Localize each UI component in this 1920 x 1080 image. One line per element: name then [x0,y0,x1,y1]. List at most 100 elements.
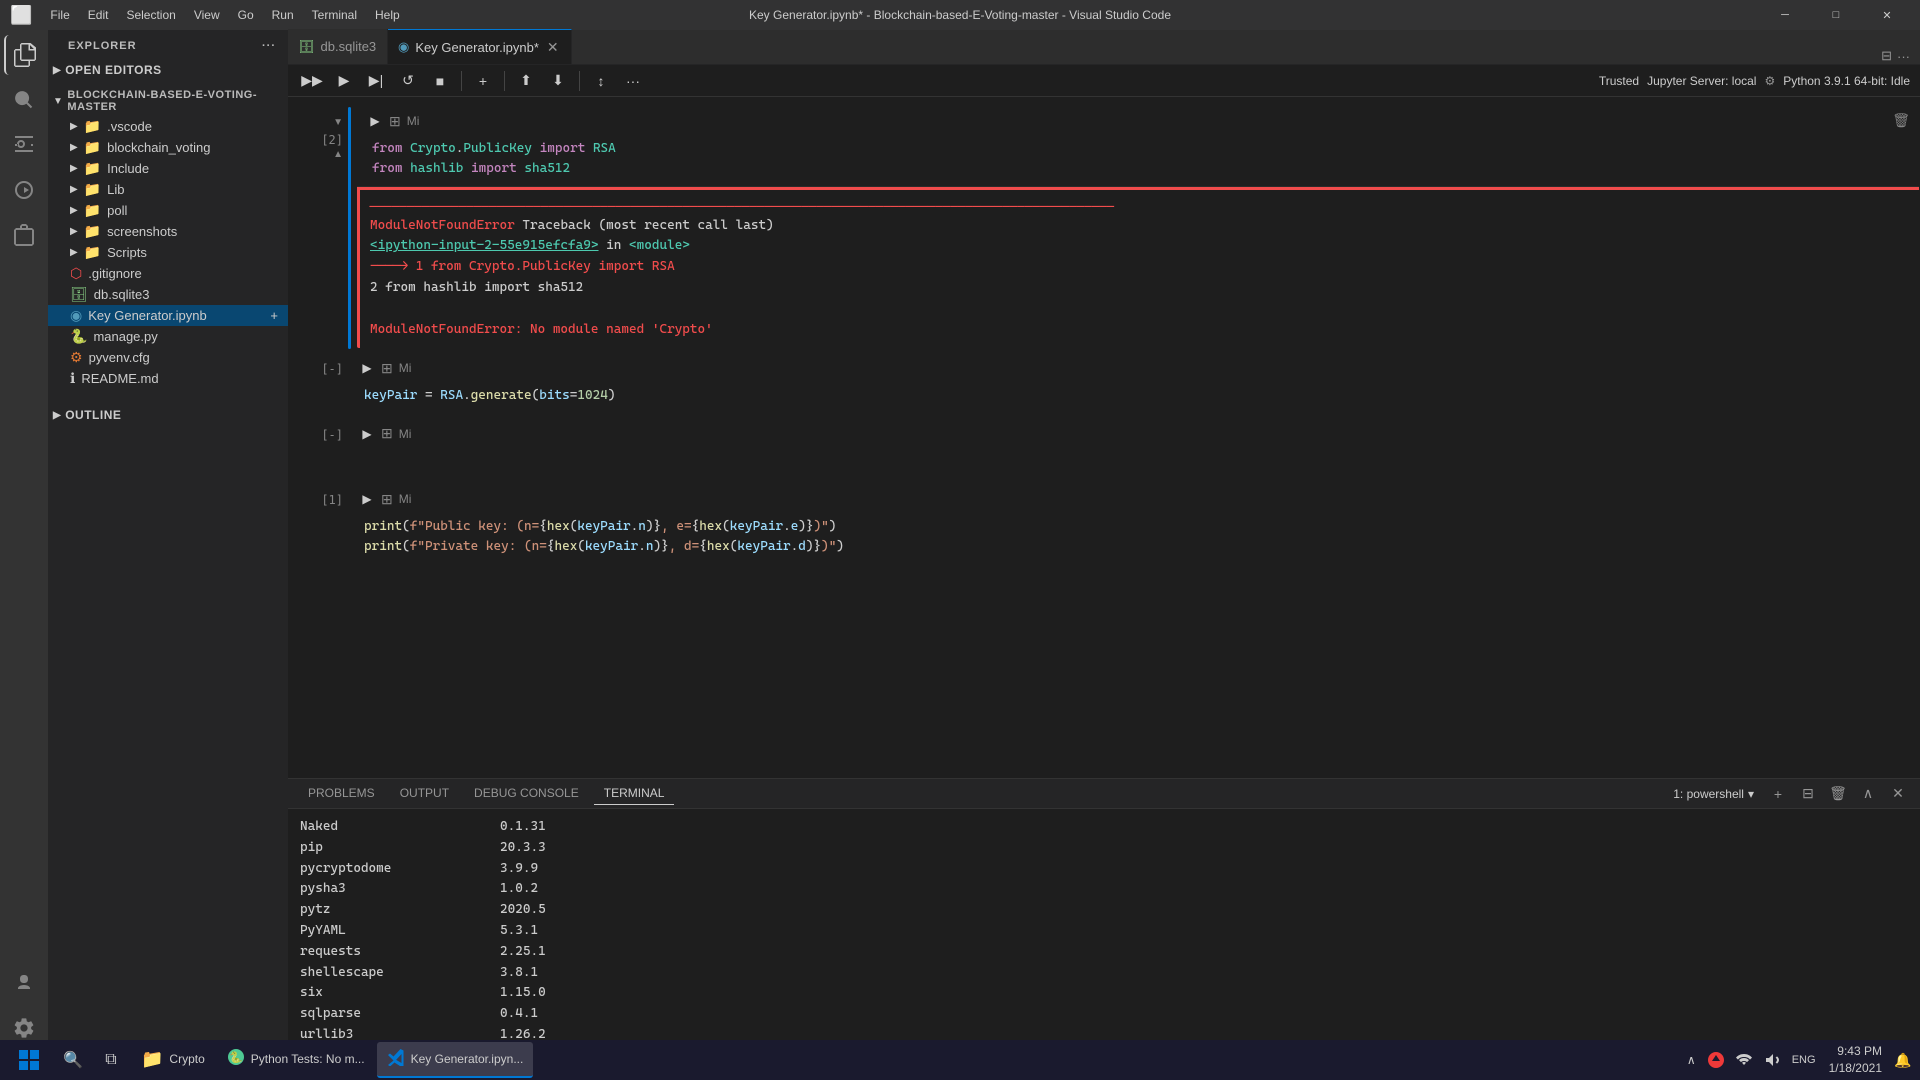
folder-icon7: 📁 [84,244,101,261]
python-version-badge: Python 3.9.1 64-bit: Idle [1783,74,1910,88]
more-tabs-icon[interactable]: ··· [1897,49,1910,64]
sidebar-item-vscode[interactable]: ▶ 📁 .vscode [48,116,288,137]
maximize-terminal-button[interactable]: ∧ [1856,782,1880,806]
terminal-dropdown[interactable]: 1: powershell ▾ [1667,785,1760,803]
more-actions-button[interactable]: ··· [619,69,647,93]
tab-problems[interactable]: PROBLEMS [298,782,385,805]
taskbar-app-vscode[interactable]: Key Generator.ipyn... [377,1042,534,1078]
menu-terminal[interactable]: Terminal [304,6,365,24]
sidebar-item-lib[interactable]: ▶ 📁 Lib [48,179,288,200]
sidebar-item-gitignore[interactable]: ⬡ .gitignore [48,263,288,284]
cell-keypair-code[interactable]: keyPair = RSA.generate(bits=1024) [349,381,1919,414]
cell-keypair-gutter: [-] [288,354,348,415]
sidebar-item-readme[interactable]: ℹ README.md [48,368,288,389]
outline-header[interactable]: ▶ OUTLINE [48,405,288,425]
tab-debug-console[interactable]: DEBUG CONSOLE [464,782,589,805]
cell-empty-format-icon[interactable]: ⊞ [381,425,393,442]
systray-notifications-icon[interactable]: 🔔 [1891,1048,1915,1072]
sidebar-item-blockchain-voting[interactable]: ▶ 📁 blockchain_voting [48,137,288,158]
sidebar-item-screenshots[interactable]: ▶ 📁 screenshots [48,221,288,242]
maximize-button[interactable]: □ [1813,0,1859,30]
explorer-activity-icon[interactable] [4,35,44,75]
cell-print-run-button[interactable]: ▶ [357,489,377,509]
tab-db[interactable]: 🗄 db.sqlite3 [288,29,388,64]
stop-button[interactable]: ■ [426,69,454,93]
account-activity-icon[interactable] [4,963,44,1003]
systray-show-hidden-icon[interactable]: ∧ [1683,1053,1700,1067]
menu-file[interactable]: File [42,6,77,24]
taskbar-app-explorer[interactable]: 📁 Crypto [131,1042,215,1078]
cell-keypair-run-button[interactable]: ▶ [357,358,377,378]
kill-terminal-button[interactable]: 🗑 [1826,782,1850,806]
file-tree: ▶ 📁 .vscode ▶ 📁 blockchain_voting ▶ 📁 In… [48,116,288,389]
restart-button[interactable]: ↺ [394,69,422,93]
cell-2-code[interactable]: from Crypto.PublicKey import RSA from ha… [357,134,1919,186]
tab-close-icon[interactable]: ✕ [545,37,561,58]
cell-keypair-header: ▶ ⊞ Mi [349,355,1919,381]
sidebar-item-keygen[interactable]: ◉ Key Generator.ipynb + [48,305,288,326]
sidebar-item-poll[interactable]: ▶ 📁 poll [48,200,288,221]
cell-2-delete-icon[interactable]: 🗑 [1892,112,1910,129]
cell-keypair-format-icon[interactable]: ⊞ [381,360,393,377]
systray-language-label[interactable]: ENG [1788,1048,1820,1072]
clock[interactable]: 9:43 PM 1/18/2021 [1824,1043,1887,1077]
folder-chevron-icon: ▶ [70,121,78,132]
sidebar-item-manage[interactable]: 🐍 manage.py [48,326,288,347]
sidebar-item-pyvenv[interactable]: ⚙ pyvenv.cfg [48,347,288,368]
menu-edit[interactable]: Edit [80,6,117,24]
project-section: ▼ BLOCKCHAIN-BASED-E-VOTING-MASTER ▶ 📁 .… [48,83,288,392]
menu-go[interactable]: Go [230,6,262,24]
tab-keygen[interactable]: ◉ Key Generator.ipynb* ✕ [388,29,572,64]
taskbar-taskview-button[interactable]: ⧉ [93,1042,129,1078]
pkg-name-pytz: pytz [300,900,500,921]
minimize-button[interactable]: ─ [1762,0,1808,30]
cell-2: ▼ [2] ▲ ▶ ⊞ Mi from Crypto.PublicKey imp… [288,107,1920,349]
tab-output[interactable]: OUTPUT [390,782,459,805]
tab-terminal[interactable]: TERMINAL [594,782,675,805]
jupyter-server-settings-icon[interactable]: ⚙ [1764,74,1775,88]
svg-text:🐍: 🐍 [229,1051,243,1064]
cell-2-format-icon[interactable]: ⊞ [389,113,401,130]
extensions-activity-icon[interactable] [4,215,44,255]
menu-view[interactable]: View [186,6,228,24]
open-editors-header[interactable]: ▶ OPEN EDITORS [48,60,288,80]
menu-help[interactable]: Help [367,6,408,24]
taskbar-search-button[interactable]: 🔍 [55,1042,91,1078]
cell-print-format-icon[interactable]: ⊞ [381,491,393,508]
new-terminal-button[interactable]: + [1766,782,1790,806]
pkg-name-requests: requests [300,942,500,963]
cell-empty-code[interactable] [349,447,1919,480]
run-next-button[interactable]: ▶| [362,69,390,93]
systray-network-icon[interactable] [1732,1048,1756,1072]
add-cell-button[interactable]: + [469,69,497,93]
sidebar-item-db[interactable]: 🗄 db.sqlite3 [48,284,288,305]
split-terminal-button[interactable]: ⊟ [1796,782,1820,806]
menu-selection[interactable]: Selection [118,6,183,24]
cell-print-code[interactable]: print(f"Public key: (n={hex(keyPair.n)},… [349,512,1919,564]
close-terminal-button[interactable]: ✕ [1886,782,1910,806]
move-up-button[interactable]: ⬆ [512,69,540,93]
split-editor-icon[interactable]: ⊟ [1881,48,1892,64]
sidebar-more-icon[interactable]: ··· [262,40,276,52]
sidebar-item-scripts[interactable]: ▶ 📁 Scripts [48,242,288,263]
start-button[interactable] [5,1042,53,1078]
search-activity-icon[interactable] [4,80,44,120]
close-button[interactable]: ✕ [1864,0,1910,30]
systray-volume-icon[interactable] [1760,1048,1784,1072]
menu-run[interactable]: Run [264,6,302,24]
new-file-icon[interactable]: + [270,308,278,323]
cell-2-run-button[interactable]: ▶ [365,111,385,131]
project-header[interactable]: ▼ BLOCKCHAIN-BASED-E-VOTING-MASTER [48,86,288,116]
run-all-button[interactable]: ▶▶ [298,69,326,93]
run-debug-activity-icon[interactable] [4,170,44,210]
cell-2-fold-bottom-icon[interactable]: ▲ [329,149,343,163]
systray-vivaldi-icon[interactable] [1704,1048,1728,1072]
run-button[interactable]: ▶ [330,69,358,93]
cell-2-fold-icon[interactable]: ▼ [329,117,343,131]
cell-empty-run-button[interactable]: ▶ [357,424,377,444]
taskbar-app-python[interactable]: 🐍 Python Tests: No m... [217,1042,375,1078]
toggle-output-button[interactable]: ↕ [587,69,615,93]
source-control-activity-icon[interactable] [4,125,44,165]
move-down-button[interactable]: ⬇ [544,69,572,93]
sidebar-item-include[interactable]: ▶ 📁 Include [48,158,288,179]
